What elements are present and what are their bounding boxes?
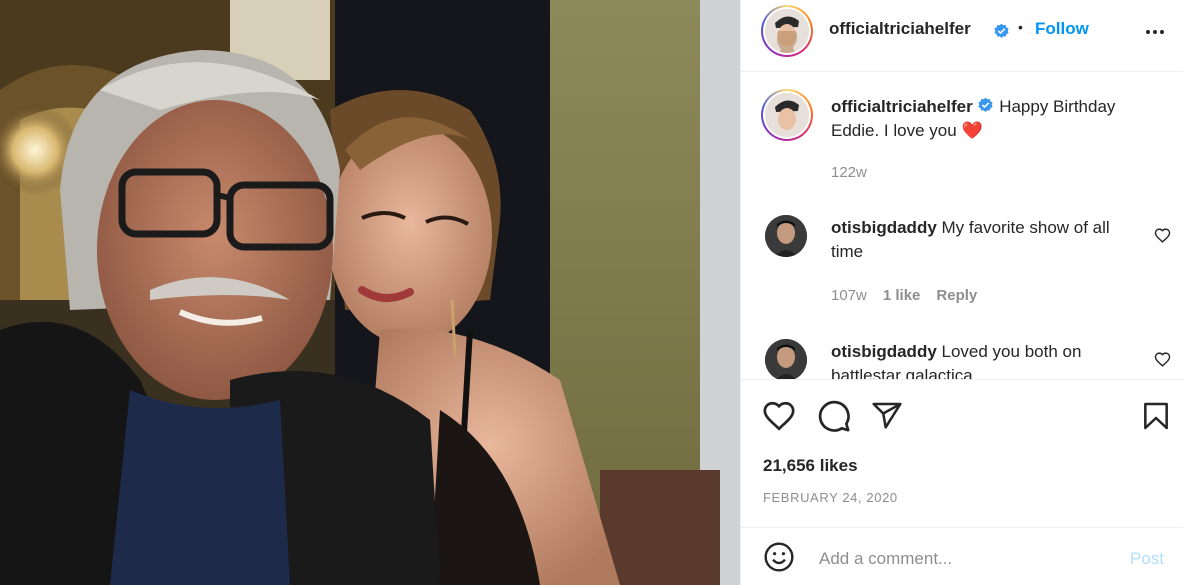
add-comment-bar: Post	[741, 527, 1183, 585]
header-separator: •	[1018, 19, 1023, 35]
caption-age: 122w	[831, 164, 867, 181]
comment-item: otisbigdaddy Loved you both on battlesta…	[761, 339, 1171, 379]
comment-likes[interactable]: 1 like	[883, 287, 921, 304]
comment-item: otisbigdaddy My favorite show of all tim…	[761, 215, 1171, 315]
bookmark-icon[interactable]	[1140, 400, 1172, 432]
reply-button[interactable]: Reply	[936, 287, 977, 304]
commenter-avatar[interactable]	[765, 215, 807, 257]
post-photo-image	[0, 0, 740, 585]
post-side-panel: officialtriciahelfer • Follow officialtr…	[740, 0, 1183, 585]
smiley-icon[interactable]	[763, 541, 795, 573]
caption-username[interactable]: officialtriciahelfer	[831, 97, 973, 116]
comment-input[interactable]	[817, 546, 1121, 572]
verified-badge-icon	[978, 97, 994, 112]
post-date[interactable]: FEBRUARY 24, 2020	[763, 490, 898, 505]
comment-icon[interactable]	[817, 399, 851, 433]
share-icon[interactable]	[871, 400, 903, 432]
post-photo[interactable]	[0, 0, 740, 585]
comment-username[interactable]: otisbigdaddy	[831, 218, 937, 237]
commenter-avatar[interactable]	[765, 339, 807, 379]
comment-like-icon[interactable]	[1154, 351, 1171, 368]
caption-avatar[interactable]	[761, 89, 813, 141]
verified-badge-icon	[994, 23, 1009, 38]
more-horizontal-icon[interactable]	[1143, 20, 1167, 44]
caption: officialtriciahelfer Happy Birthday Eddi…	[761, 89, 1171, 189]
author-avatar[interactable]	[761, 5, 813, 57]
comment-like-icon[interactable]	[1154, 227, 1171, 244]
post-button[interactable]: Post	[1130, 549, 1164, 569]
post-header: officialtriciahelfer • Follow	[741, 0, 1183, 72]
heart-icon[interactable]	[762, 399, 796, 433]
likes-count[interactable]: 21,656 likes	[763, 456, 858, 476]
comment-age: 107w	[831, 287, 867, 304]
follow-button[interactable]: Follow	[1035, 19, 1089, 39]
post-actions: 21,656 likes FEBRUARY 24, 2020	[741, 379, 1183, 527]
comments-list[interactable]: officialtriciahelfer Happy Birthday Eddi…	[741, 72, 1183, 379]
author-username[interactable]: officialtriciahelfer	[829, 19, 971, 39]
heart-emoji: ❤️	[961, 121, 983, 140]
comment-username[interactable]: otisbigdaddy	[831, 342, 937, 361]
